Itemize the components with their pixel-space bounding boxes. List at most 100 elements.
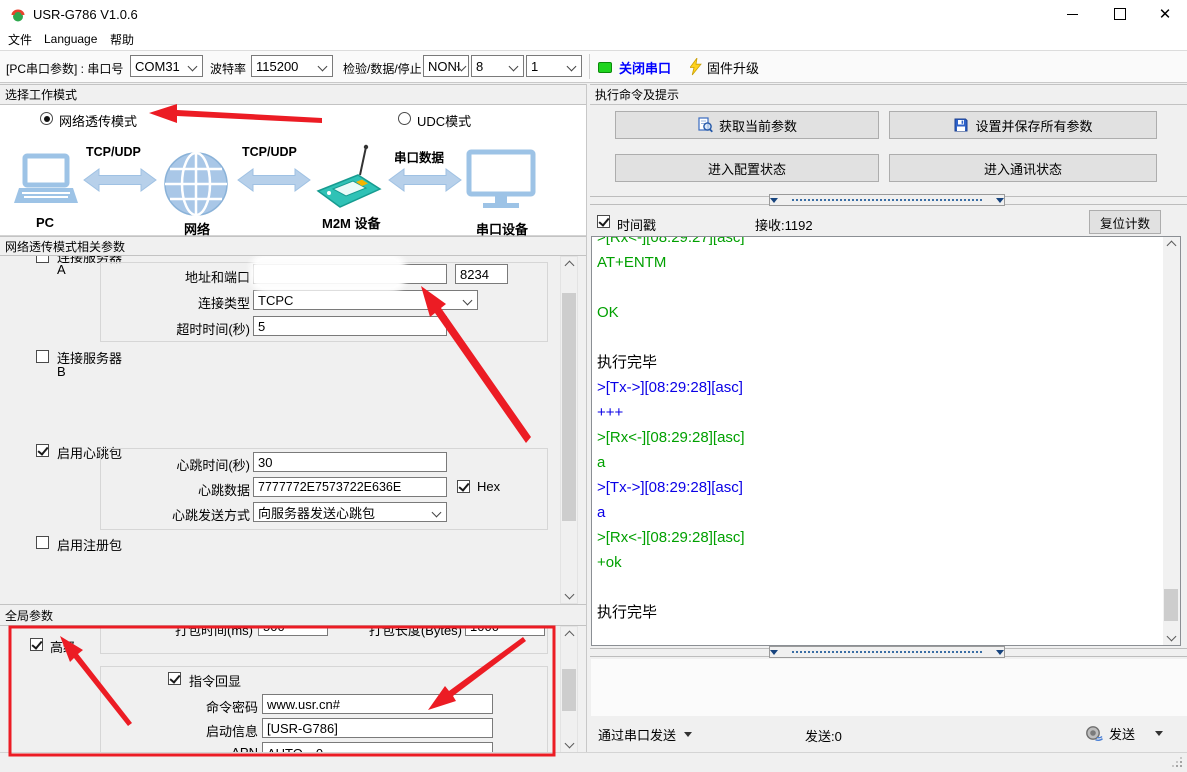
- enter-comm-label: 进入通讯状态: [984, 159, 1062, 178]
- chevron-down-icon: [567, 62, 577, 72]
- caret-down-icon: [684, 732, 692, 737]
- work-mode-header-label: 选择工作模式: [5, 86, 77, 103]
- scroll-up-icon[interactable]: [1163, 237, 1179, 254]
- hb-mode-select[interactable]: 向服务器发送心跳包: [253, 502, 447, 522]
- chevron-down-icon: [188, 62, 198, 72]
- splitter-handle[interactable]: [769, 646, 1005, 658]
- save-params-button[interactable]: 设置并保存所有参数: [889, 111, 1157, 139]
- scroll-up-icon[interactable]: [561, 627, 577, 644]
- get-params-button[interactable]: 获取当前参数: [615, 111, 879, 139]
- global-params-header: 全局参数: [0, 604, 586, 626]
- heartbeat-enable-checkbox[interactable]: [36, 444, 49, 457]
- hb-mode-label: 心跳发送方式: [120, 505, 250, 524]
- register-enable-label: 启用注册包: [57, 535, 122, 554]
- reset-count-button[interactable]: 复位计数: [1089, 210, 1161, 234]
- parity-data-stop-label: 检验/数据/停止: [343, 60, 422, 77]
- close-serial-button[interactable]: 关闭串口: [598, 54, 684, 80]
- menu-language[interactable]: Language: [38, 28, 103, 50]
- hb-time-value: 30: [258, 455, 272, 470]
- m2m-device-icon: [316, 143, 382, 211]
- timestamp-checkbox[interactable]: [597, 215, 610, 228]
- server-a-checkbox[interactable]: [36, 256, 49, 263]
- link-pc-net-label: TCP/UDP: [86, 145, 141, 159]
- parity-select[interactable]: NONI: [423, 55, 469, 77]
- databits-select[interactable]: 8: [471, 55, 524, 77]
- transparent-mode-radio[interactable]: [40, 112, 53, 125]
- speaker-icon: [1085, 724, 1103, 742]
- udc-mode-label[interactable]: UDC模式: [417, 111, 471, 130]
- scroll-down-icon[interactable]: [561, 735, 577, 752]
- pane-divider[interactable]: [586, 84, 587, 752]
- scroll-down-icon[interactable]: [1163, 628, 1179, 645]
- send-via-label: 通过串口发送: [598, 725, 676, 744]
- pack-len-value: 1000: [470, 626, 499, 634]
- app-icon: [10, 6, 26, 22]
- pack-time-value: 500: [263, 626, 285, 634]
- addr-port-label: 地址和端口: [120, 267, 250, 286]
- server-b-sub-label: B: [57, 364, 66, 379]
- server-port-value: 8234: [460, 267, 489, 282]
- double-arrow-icon: [386, 167, 464, 193]
- server-b-checkbox[interactable]: [36, 350, 49, 363]
- pack-time-input[interactable]: 500: [258, 626, 328, 636]
- boot-info-input[interactable]: [USR-G786]: [262, 718, 493, 738]
- scroll-up-icon[interactable]: [561, 257, 577, 274]
- log-lines: >[Rx<-][08:29:27][asc] AT+ENTM OK 执行完毕 >…: [597, 236, 1160, 625]
- com-port-value: COM31: [135, 59, 180, 74]
- enter-config-label: 进入配置状态: [708, 159, 786, 178]
- floppy-save-icon: [953, 117, 969, 133]
- enter-comm-button[interactable]: 进入通讯状态: [889, 154, 1157, 182]
- server-port-input[interactable]: 8234: [455, 264, 508, 284]
- minimize-button[interactable]: [1049, 0, 1095, 28]
- cmd-echo-checkbox[interactable]: [168, 672, 181, 685]
- net-params-header-label: 网络透传模式相关参数: [5, 238, 125, 255]
- sent-count-label: 发送:0: [805, 726, 842, 745]
- window-title: USR-G786 V1.0.6: [33, 7, 138, 22]
- advanced-label: 高级: [50, 637, 76, 656]
- udc-mode-radio[interactable]: [398, 112, 411, 125]
- maximize-button[interactable]: [1096, 0, 1143, 28]
- conn-type-select[interactable]: TCPC: [253, 290, 478, 310]
- transparent-mode-label[interactable]: 网络透传模式: [59, 111, 137, 130]
- com-port-select[interactable]: COM31: [130, 55, 203, 77]
- serial-device-monitor-icon: [466, 149, 536, 211]
- maximize-icon: [1114, 8, 1126, 20]
- cmd-pwd-input[interactable]: www.usr.cn#: [262, 694, 493, 714]
- firmware-upgrade-button[interactable]: 固件升级: [690, 54, 770, 80]
- scroll-down-icon[interactable]: [561, 586, 577, 603]
- send-button[interactable]: 发送: [1085, 722, 1163, 744]
- register-enable-checkbox[interactable]: [36, 536, 49, 549]
- hex-checkbox[interactable]: [457, 480, 470, 493]
- scrollbar-thumb[interactable]: [1164, 589, 1178, 621]
- splitter-handle[interactable]: [769, 194, 1005, 206]
- baud-value: 115200: [256, 59, 298, 74]
- menu-file[interactable]: 文件: [2, 28, 38, 50]
- stopbits-select[interactable]: 1: [526, 55, 582, 77]
- log-line: >[Rx<-][08:29:28][asc]: [597, 525, 1160, 550]
- link-net-m2m-label: TCP/UDP: [242, 145, 297, 159]
- log-line: >[Tx->][08:29:28][asc]: [597, 475, 1160, 500]
- resize-grip[interactable]: [1180, 765, 1182, 767]
- boot-info-label: 启动信息: [148, 721, 258, 740]
- timeout-label: 超时时间(秒): [120, 319, 250, 338]
- scrollbar-thumb[interactable]: [562, 669, 576, 711]
- net-params-scrollbar[interactable]: [560, 256, 578, 604]
- close-button[interactable]: ✕: [1143, 0, 1187, 28]
- send-input-area[interactable]: [591, 659, 1187, 716]
- hb-time-input[interactable]: 30: [253, 452, 447, 472]
- advanced-checkbox[interactable]: [30, 638, 43, 651]
- timeout-input[interactable]: 5: [253, 316, 447, 336]
- log-output[interactable]: >[Rx<-][08:29:27][asc] AT+ENTM OK 执行完毕 >…: [591, 236, 1181, 646]
- hb-data-input[interactable]: 7777772E7573722E636E: [253, 477, 447, 497]
- menu-help[interactable]: 帮助: [104, 28, 140, 50]
- baud-select[interactable]: 115200: [251, 55, 333, 77]
- log-line: 执行完毕: [597, 600, 1160, 625]
- send-via-dropdown[interactable]: 通过串口发送: [598, 724, 692, 744]
- global-params-scrollbar[interactable]: [560, 626, 578, 753]
- scrollbar-thumb[interactable]: [562, 293, 576, 521]
- enter-config-button[interactable]: 进入配置状态: [615, 154, 879, 182]
- pack-len-input[interactable]: 1000: [465, 626, 545, 636]
- log-scrollbar[interactable]: [1163, 237, 1180, 645]
- exec-panel-header-label: 执行命令及提示: [595, 86, 679, 103]
- log-line: >[Tx->][08:29:28][asc]: [597, 375, 1160, 400]
